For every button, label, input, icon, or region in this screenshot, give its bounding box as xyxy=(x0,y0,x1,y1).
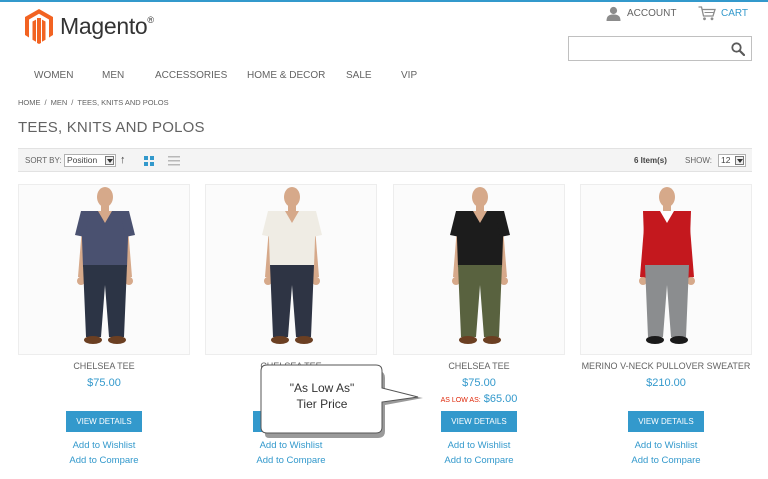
as-low-as-label: AS LOW AS: xyxy=(440,397,481,404)
chevron-down-icon xyxy=(735,156,744,165)
callout-line-1: "As Low As" xyxy=(289,381,355,395)
breadcrumb-home[interactable]: HOME xyxy=(18,98,41,107)
magento-logo-icon xyxy=(25,9,53,44)
cart-link[interactable]: CART xyxy=(698,6,748,21)
nav-item-home-decor[interactable]: HOME & DECOR xyxy=(247,70,325,81)
model-figure xyxy=(19,185,189,354)
product-price: $210.00 xyxy=(646,377,686,389)
sort-direction-icon[interactable]: ↑ xyxy=(120,154,126,166)
breadcrumb-current: TEES, KNITS AND POLOS xyxy=(77,98,169,107)
user-icon xyxy=(606,6,621,21)
callout-line-2: Tier Price xyxy=(296,397,348,411)
add-to-compare-link[interactable]: Add to Compare xyxy=(393,453,565,468)
sort-by-select[interactable]: Position xyxy=(64,154,116,167)
add-to-wishlist-link[interactable]: Add to Wishlist xyxy=(18,438,190,453)
product-card: MERINO V-NECK PULLOVER SWEATER $210.00 V… xyxy=(580,184,752,468)
view-details-button[interactable]: VIEW DETAILS xyxy=(628,411,704,432)
add-to-compare-link[interactable]: Add to Compare xyxy=(205,453,377,468)
top-accent-bar xyxy=(0,0,768,2)
model-figure xyxy=(206,185,376,354)
nav-item-sale[interactable]: SALE xyxy=(346,70,372,81)
account-link[interactable]: ACCOUNT xyxy=(606,6,676,21)
product-image[interactable] xyxy=(18,184,190,355)
nav-item-men[interactable]: MEN xyxy=(102,70,124,81)
tier-price xyxy=(580,391,752,405)
limiter-value: 12 xyxy=(721,155,731,165)
logo-wordmark: Magento® xyxy=(60,12,154,39)
product-card: CHELSEA TEE $75.00 VIEW DETAILS Add to W… xyxy=(18,184,190,468)
item-count: 6 Item(s) xyxy=(634,156,667,165)
account-label: ACCOUNT xyxy=(627,8,677,19)
sort-by-value: Position xyxy=(67,155,98,165)
callout-text: "As Low As" Tier Price xyxy=(261,380,383,412)
breadcrumb-separator: / xyxy=(71,98,74,107)
product-name[interactable]: MERINO V-NECK PULLOVER SWEATER xyxy=(580,359,752,373)
nav-item-vip[interactable]: VIP xyxy=(401,70,417,81)
limiter-select[interactable]: 12 xyxy=(718,154,746,167)
page-title: TEES, KNITS AND POLOS xyxy=(18,119,205,136)
product-image[interactable] xyxy=(580,184,752,355)
cart-label: CART xyxy=(721,8,749,19)
product-name[interactable]: CHELSEA TEE xyxy=(18,359,190,373)
add-to-wishlist-link[interactable]: Add to Wishlist xyxy=(580,438,752,453)
view-details-button[interactable]: VIEW DETAILS xyxy=(441,411,517,432)
nav-item-accessories[interactable]: ACCESSORIES xyxy=(155,70,227,81)
grid-view-icon[interactable] xyxy=(144,156,154,166)
as-low-as-price: $65.00 xyxy=(483,393,518,405)
model-figure xyxy=(394,185,564,354)
search-icon[interactable] xyxy=(731,42,745,56)
nav-item-women[interactable]: WOMEN xyxy=(34,70,73,81)
add-to-compare-link[interactable]: Add to Compare xyxy=(18,453,190,468)
add-to-compare-link[interactable]: Add to Compare xyxy=(580,453,752,468)
tier-price xyxy=(18,391,190,405)
view-details-button[interactable]: VIEW DETAILS xyxy=(66,411,142,432)
search-input[interactable] xyxy=(568,36,752,61)
product-toolbar: SORT BY: Position ↑ 6 Item(s) SHOW: 12 xyxy=(18,148,752,172)
product-image[interactable] xyxy=(205,184,377,355)
sort-by-label: SORT BY: xyxy=(25,156,62,165)
breadcrumb: HOME / MEN / TEES, KNITS AND POLOS xyxy=(18,98,169,107)
product-price: $75.00 xyxy=(87,377,121,389)
breadcrumb-separator: / xyxy=(44,98,47,107)
list-view-icon[interactable] xyxy=(168,156,180,166)
tier-price-callout: "As Low As" Tier Price xyxy=(260,364,423,438)
show-label: SHOW: xyxy=(685,156,712,165)
product-image[interactable] xyxy=(393,184,565,355)
model-figure xyxy=(581,185,751,354)
breadcrumb-men[interactable]: MEN xyxy=(51,98,68,107)
chevron-down-icon xyxy=(105,156,114,165)
cart-icon xyxy=(698,6,716,21)
site-logo[interactable]: Magento® xyxy=(24,8,154,44)
